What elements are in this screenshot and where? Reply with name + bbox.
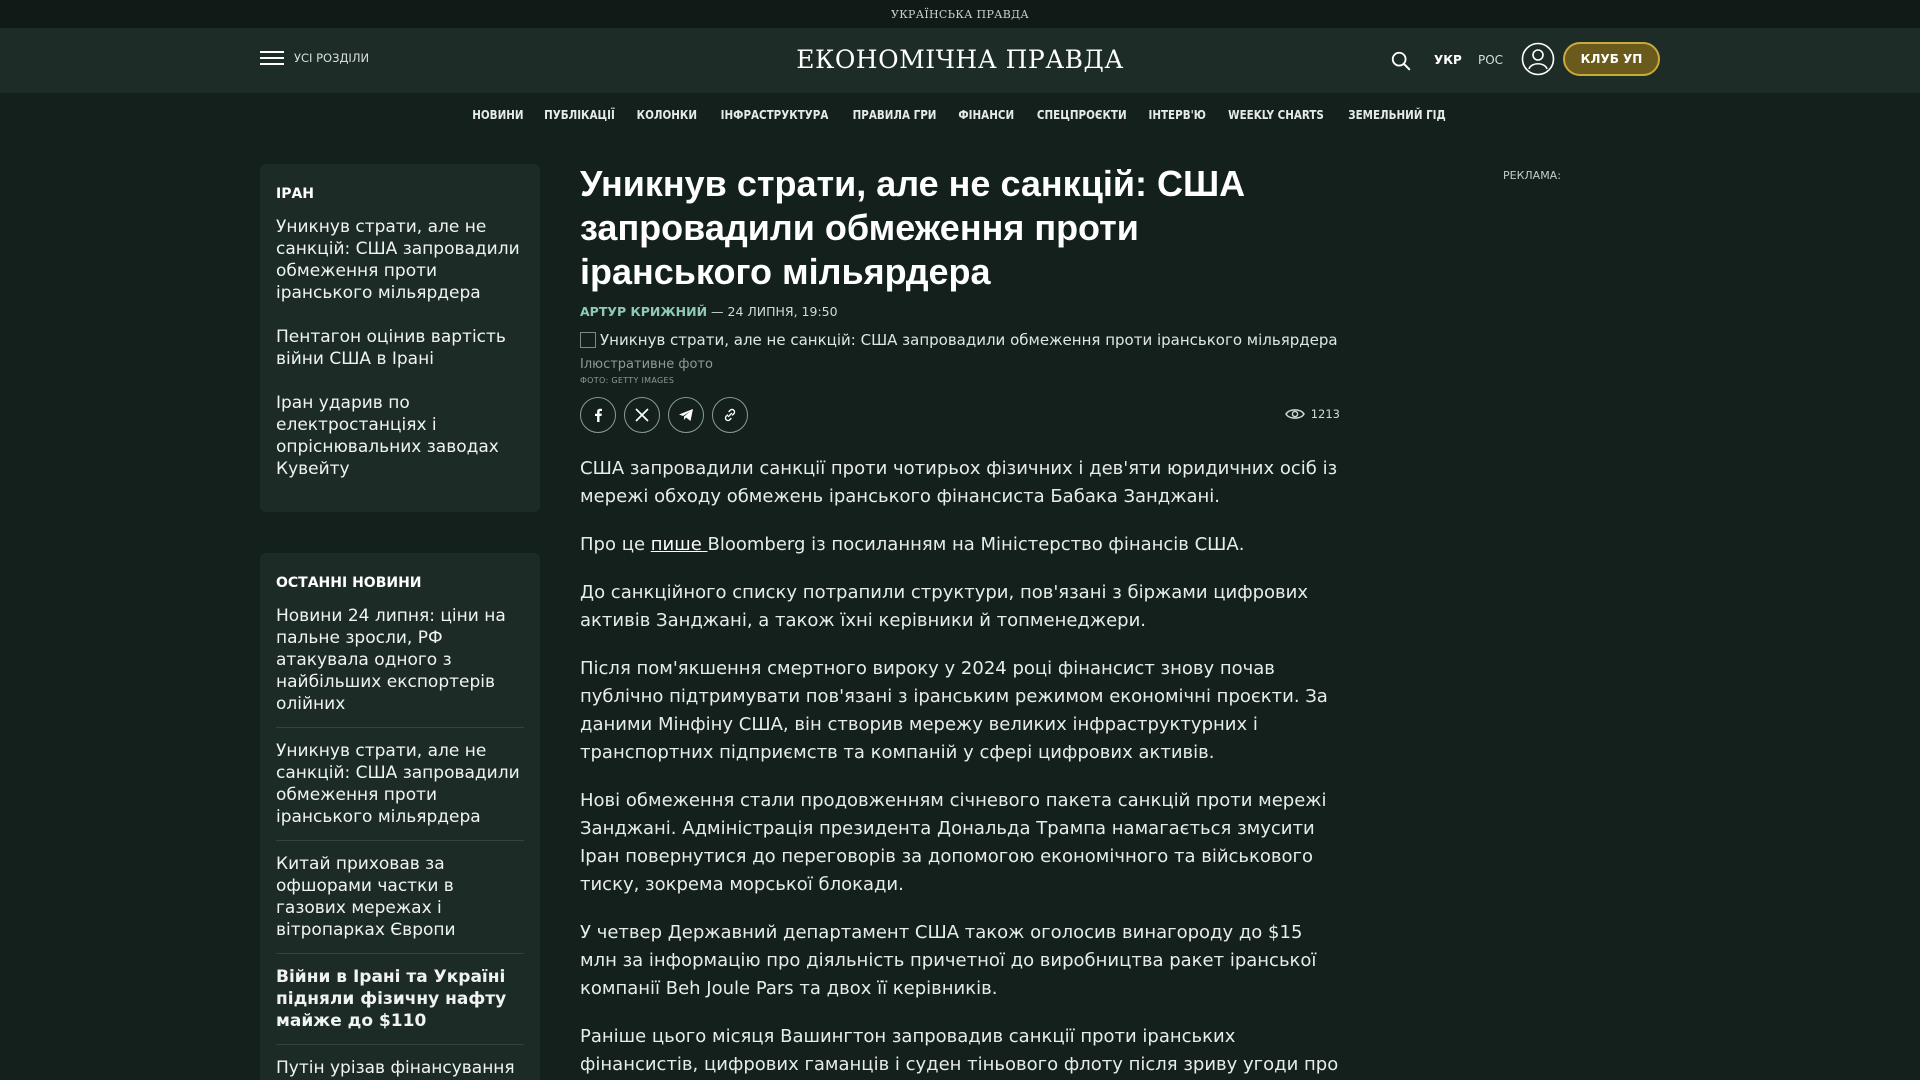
top-strip: УКРАЇНСЬКА ПРАВДА xyxy=(0,0,1920,28)
article-paragraph: Нові обмеження стали продовженням січнев… xyxy=(580,790,1327,895)
latest-news-block: ОСТАННІ НОВИНИ Новини 24 липня: ціни на … xyxy=(260,553,540,1080)
eye-icon xyxy=(1284,409,1305,419)
article-paragraph: У четвер Державний департамент США також… xyxy=(580,922,1317,999)
ad-label: РЕКЛАМА: xyxy=(1503,169,1561,182)
nav-item-weekly-charts[interactable]: WEEKLY CHARTS xyxy=(1229,107,1325,122)
facebook-icon xyxy=(595,408,602,422)
hamburger-icon xyxy=(260,50,284,66)
news-item[interactable]: Путін урізав фінансування проєктів "Рост… xyxy=(276,1057,524,1080)
news-item[interactable]: Новини 24 липня: ціни на пальне зросли, … xyxy=(276,605,524,728)
nav-item-columns[interactable]: КОЛОНКИ xyxy=(637,107,697,122)
share-x-button[interactable] xyxy=(624,397,660,433)
topic-item[interactable]: Іран ударив по електростанціях і опрісню… xyxy=(276,392,524,480)
nav-item-finance[interactable]: ФІНАНСИ xyxy=(958,107,1014,122)
topic-block-iran: ІРАН Уникнув страти, але не санкцій: США… xyxy=(260,164,540,512)
main-nav: НОВИНИ ПУБЛІКАЦІЇ КОЛОНКИ ІНФРАСТРУКТУРА… xyxy=(0,93,1920,135)
news-item[interactable]: Китай приховав за офшорами частки в газо… xyxy=(276,853,524,954)
copy-link-button[interactable] xyxy=(712,397,748,433)
lang-ros-link[interactable]: РОС xyxy=(1478,53,1503,67)
nav-item-rules[interactable]: ПРАВИЛА ГРИ xyxy=(853,107,937,122)
source-link[interactable]: пише xyxy=(651,534,708,555)
site-header: УСІ РОЗДІЛИ ЕКОНОМІЧНА ПРАВДА УКР РОС КЛ… xyxy=(0,28,1920,93)
latest-news-title: ОСТАННІ НОВИНИ xyxy=(276,575,422,591)
link-icon xyxy=(724,408,736,422)
lang-ukr-link[interactable]: УКР xyxy=(1434,53,1462,67)
x-icon xyxy=(635,408,649,422)
nav-item-infrastructure[interactable]: ІНФРАСТРУКТУРА xyxy=(721,107,829,122)
user-icon[interactable] xyxy=(1521,42,1555,76)
site-logo[interactable]: ЕКОНОМІЧНА ПРАВДА xyxy=(796,45,1124,74)
article-headline: Уникнув страти, але не санкцій: США запр… xyxy=(580,163,1246,292)
article-paragraph: Після пом'якшення смертного вироку у 202… xyxy=(580,658,1328,763)
club-up-button[interactable]: КЛУБ УП xyxy=(1563,42,1660,76)
news-item[interactable]: Війни в Ірані та Україні підняли фізичну… xyxy=(276,966,524,1045)
paragraph-text: Про це xyxy=(580,534,651,555)
topic-item[interactable]: Уникнув страти, але не санкцій: США запр… xyxy=(276,216,524,304)
article-paragraph: Раніше цього місяця Вашингтон запровадив… xyxy=(580,1026,1339,1075)
article-byline: АРТУР КРИЖНИЙ — 24 ЛИПНЯ, 19:50 xyxy=(580,304,1340,319)
article-paragraph: США запровадили санкції проти чотирьох ф… xyxy=(580,458,1338,507)
search-icon[interactable] xyxy=(1390,50,1412,72)
image-credit: ФОТО: GETTY IMAGES xyxy=(580,376,675,385)
up-brand-link[interactable]: УКРАЇНСЬКА ПРАВДА xyxy=(891,8,1029,21)
image-caption: Ілюстративне фото xyxy=(580,357,713,372)
article-paragraph: До санкційного списку потрапили структур… xyxy=(580,582,1309,631)
news-item[interactable]: Уникнув страти, але не санкцій: США запр… xyxy=(276,740,524,841)
all-sections-label: УСІ РОЗДІЛИ xyxy=(294,51,370,65)
article-image: Уникнув страти, але не санкцій: США запр… xyxy=(580,331,1340,349)
all-sections-button[interactable]: УСІ РОЗДІЛИ xyxy=(260,50,369,66)
article-paragraph: Про це пише Bloomberg із посиланням на М… xyxy=(580,531,1340,559)
nav-item-specprojects[interactable]: СПЕЦПРОЄКТИ xyxy=(1036,107,1126,122)
nav-item-land-guide[interactable]: ЗЕМЕЛЬНИЙ ГІД xyxy=(1349,107,1447,122)
nav-item-interview[interactable]: ІНТЕРВ'Ю xyxy=(1149,107,1206,122)
share-bar: 1213 xyxy=(580,397,1340,433)
nav-item-news[interactable]: НОВИНИ xyxy=(472,107,523,122)
views-counter: 1213 xyxy=(1284,407,1340,421)
article-body: США запровадили санкції проти чотирьох ф… xyxy=(580,455,1340,1080)
byline-separator: — xyxy=(707,304,728,319)
broken-image-icon xyxy=(580,332,596,348)
article: Уникнув страти, але не санкцій: США запр… xyxy=(580,162,1340,1080)
share-telegram-button[interactable] xyxy=(668,397,704,433)
author-link[interactable]: АРТУР КРИЖНИЙ xyxy=(580,304,707,319)
article-date: 24 ЛИПНЯ, 19:50 xyxy=(727,304,838,319)
share-facebook-button[interactable] xyxy=(580,397,616,433)
views-count: 1213 xyxy=(1310,407,1340,421)
topic-title[interactable]: ІРАН xyxy=(276,186,524,202)
topic-item[interactable]: Пентагон оцінив вартість війни США в Іра… xyxy=(276,326,524,370)
telegram-icon xyxy=(679,409,693,421)
nav-item-publications[interactable]: ПУБЛІКАЦІЇ xyxy=(544,107,615,122)
paragraph-text: Bloomberg із посиланням на Міністерство … xyxy=(707,534,1245,555)
image-alt-text: Уникнув страти, але не санкцій: США запр… xyxy=(600,331,1338,349)
